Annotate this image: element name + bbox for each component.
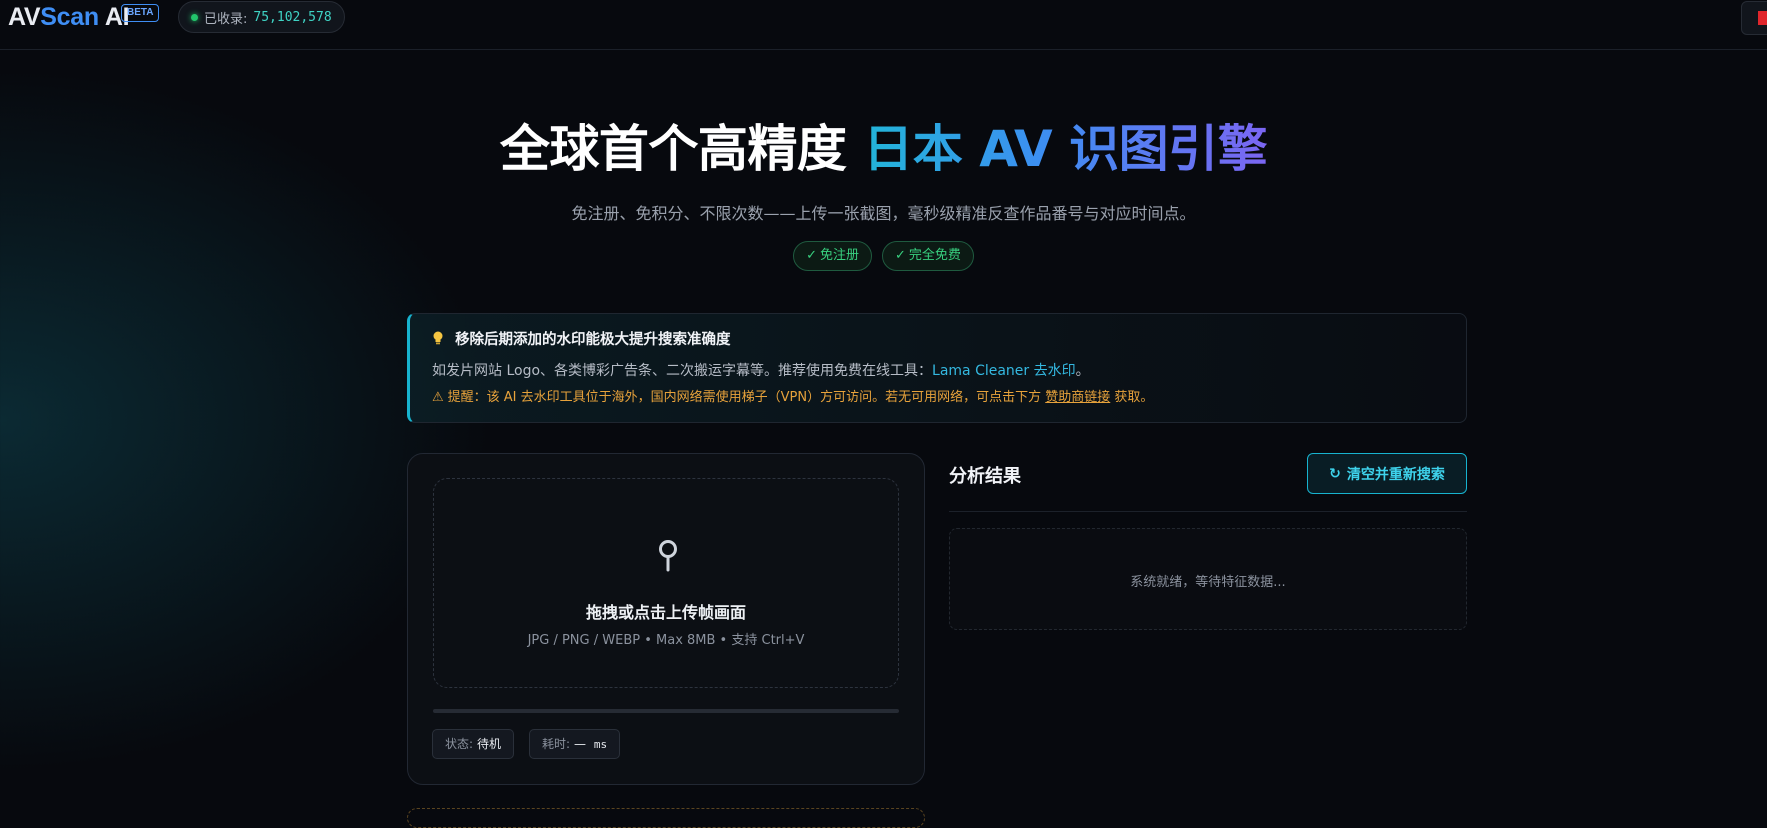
notice-warning-end: 获取。 (1114, 390, 1154, 405)
status-label: 状态: (445, 737, 474, 751)
pill-no-registration: ✓ 免注册 (793, 241, 872, 271)
china-flag-icon (1758, 11, 1767, 25)
notice-warning-text: 提醒：该 AI 去水印工具位于海外，国内网络需使用梯子（VPN）方可访问。若无可… (447, 390, 1042, 405)
warning-icon: ⚠ (432, 390, 444, 405)
dropzone-formats: JPG / PNG / WEBP • Max 8MB • 支持 Ctrl+V (527, 633, 805, 648)
check-icon: ✓ (895, 248, 906, 263)
notice-tool-text: 如发片网站 Logo、各类博彩广告条、二次搬运字幕等。推荐使用免费在线工具： (432, 363, 933, 379)
dropzone-title: 拖拽或点击上传帧画面 (585, 603, 746, 622)
language-switch-button[interactable] (1741, 1, 1767, 35)
pill-label: 完全免费 (908, 248, 961, 263)
hero-title-highlight: 日本 AV 识图引擎 (863, 120, 1268, 178)
lama-cleaner-link[interactable]: Lama Cleaner 去水印 (932, 363, 1076, 379)
pill-label: 免注册 (819, 248, 859, 263)
pill-free: ✓ 完全免费 (882, 241, 974, 271)
sponsor-link[interactable]: 赞助商链接 (1045, 390, 1110, 405)
logo-part-av: AV (8, 3, 41, 31)
lightbulb-icon (432, 331, 449, 348)
beta-badge: BETA (121, 4, 160, 22)
time-unit: ms (593, 738, 608, 751)
notice-tool-line: 如发片网站 Logo、各类博彩广告条、二次搬运字幕等。推荐使用免费在线工具：La… (432, 360, 1090, 380)
watermark-tip-notice: 移除后期添加的水印能极大提升搜索准确度 如发片网站 Logo、各类博彩广告条、二… (407, 313, 1467, 423)
upload-progress-bar (433, 709, 899, 713)
time-value: — (574, 737, 587, 751)
time-label: 耗时: (542, 737, 571, 751)
index-counter: 已收录: 75,102,578 (178, 1, 345, 33)
upload-card: 拖拽或点击上传帧画面 JPG / PNG / WEBP • Max 8MB • … (407, 453, 925, 785)
status-value: 待机 (477, 737, 502, 751)
notice-title: 移除后期添加的水印能极大提升搜索准确度 (432, 328, 731, 349)
notice-title-text: 移除后期添加的水印能极大提升搜索准确度 (455, 332, 731, 348)
sponsor-card-edge (407, 808, 925, 828)
refresh-icon: ↻ (1329, 465, 1341, 482)
results-panel: 系统就绪，等待特征数据... (949, 528, 1467, 630)
logo[interactable]: AVScan AI (8, 2, 130, 32)
results-placeholder: 系统就绪，等待特征数据... (1130, 575, 1286, 590)
clear-and-research-button[interactable]: ↻ 清空并重新搜索 (1307, 453, 1467, 494)
status-chip: 状态: 待机 (432, 729, 515, 759)
logo-part-scan: Scan (40, 3, 99, 31)
hero-title-plain: 全球首个高精度 (499, 120, 847, 178)
counter-value: 75,102,578 (253, 9, 332, 25)
results-divider (949, 511, 1467, 512)
online-status-dot-icon (191, 13, 198, 21)
notice-tool-end: 。 (1075, 363, 1090, 379)
clear-button-label: 清空并重新搜索 (1346, 466, 1445, 483)
magnifier-icon (654, 539, 682, 573)
hero-subtitle: 免注册、免积分、不限次数——上传一张截图，毫秒级精准反查作品番号与对应时间点。 (571, 204, 1196, 223)
feature-pills: ✓ 免注册 ✓ 完全免费 (0, 241, 1767, 271)
results-title: 分析结果 (949, 466, 1021, 487)
upload-dropzone[interactable]: 拖拽或点击上传帧画面 JPG / PNG / WEBP • Max 8MB • … (433, 478, 899, 688)
check-icon: ✓ (806, 248, 817, 263)
elapsed-time-chip: 耗时: — ms (529, 729, 621, 759)
notice-warning-line: ⚠ 提醒：该 AI 去水印工具位于海外，国内网络需使用梯子（VPN）方可访问。若无… (432, 386, 1153, 405)
counter-label: 已收录: (204, 11, 248, 27)
top-header: AVScan AI BETA 已收录: 75,102,578 (0, 0, 1767, 50)
hero-title: 全球首个高精度 日本 AV 识图引擎 (0, 118, 1767, 180)
